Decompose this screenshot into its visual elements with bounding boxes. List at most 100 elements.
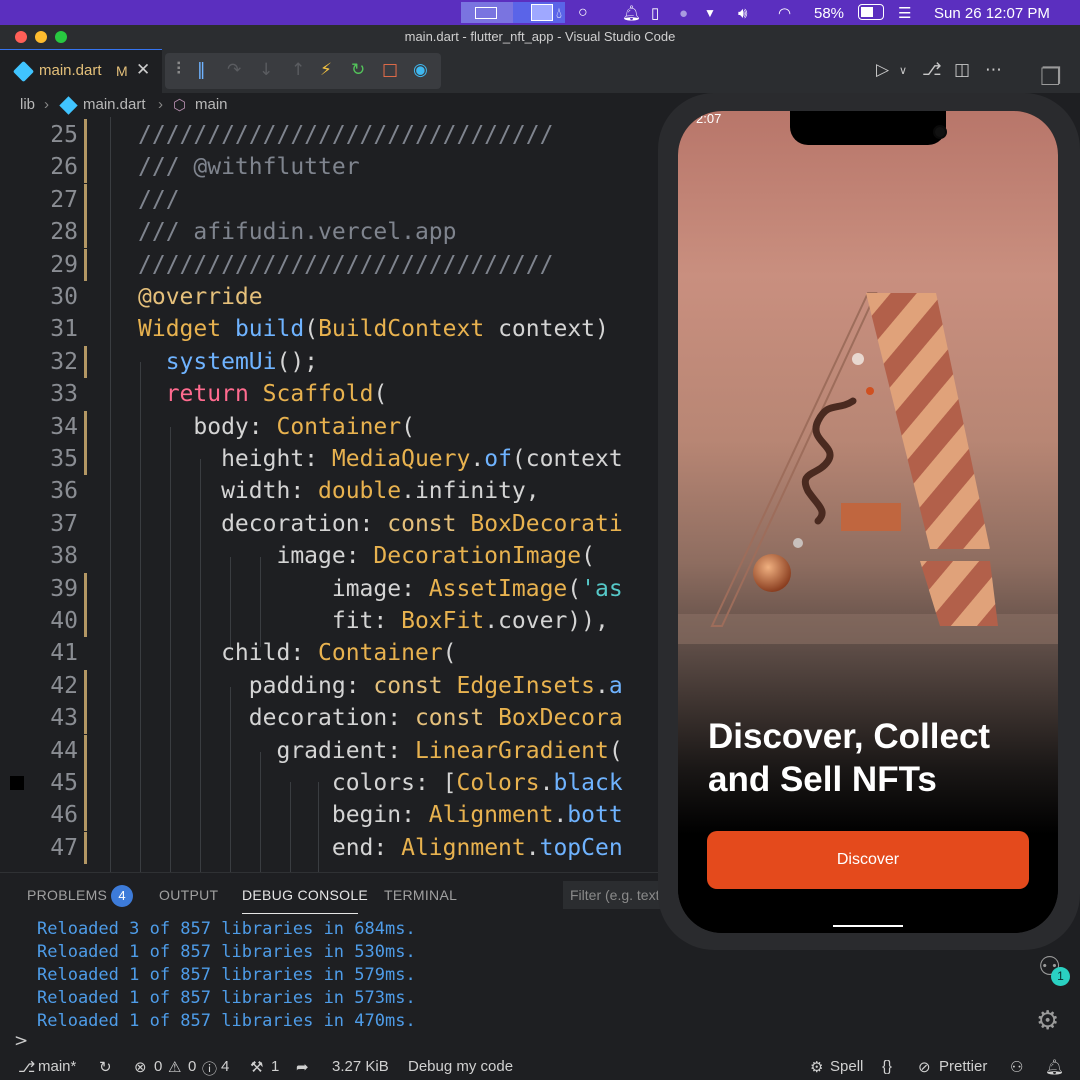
breadcrumb-folder[interactable]: lib	[20, 96, 35, 113]
line-number[interactable]: 37	[0, 508, 78, 540]
code-line[interactable]: 43 decoration: const BoxDecora	[0, 702, 660, 735]
code-line[interactable]: 39 image: AssetImage('as	[0, 572, 660, 605]
devtools-icon[interactable]: ◉	[413, 60, 428, 80]
code-line[interactable]: 46 begin: Alignment.bott	[0, 799, 660, 832]
git-change-marker[interactable]	[84, 410, 87, 443]
battery-icon[interactable]	[858, 4, 884, 20]
code-line[interactable]: 30 @override	[0, 281, 660, 313]
line-number[interactable]: 42	[0, 670, 78, 702]
branch-name[interactable]: main*	[38, 1058, 76, 1075]
restart-icon[interactable]: ↻	[351, 60, 365, 80]
run-icon[interactable]: ▷	[876, 60, 889, 80]
git-change-marker[interactable]	[84, 216, 87, 249]
step-out-icon[interactable]: ↑	[291, 60, 305, 80]
git-change-marker[interactable]	[84, 605, 87, 637]
bell-icon[interactable]: 🔔︎	[1045, 1058, 1064, 1076]
line-number[interactable]: 31	[0, 313, 78, 345]
code-text[interactable]: return Scaffold(	[138, 378, 388, 410]
code-text[interactable]: gradient: LinearGradient(	[138, 735, 622, 767]
code-text[interactable]: Widget build(BuildContext context)	[138, 313, 609, 345]
code-text[interactable]: colors: [Colors.black	[138, 767, 623, 799]
code-line[interactable]: 26 /// @withflutter	[0, 151, 660, 184]
gear-icon[interactable]: ⚙	[1036, 1006, 1059, 1036]
breadcrumb-symbol[interactable]: main	[195, 96, 228, 113]
git-change-marker[interactable]	[84, 799, 87, 832]
line-number[interactable]: 47	[0, 832, 78, 864]
code-line[interactable]: 25 //////////////////////////////	[0, 119, 660, 151]
code-text[interactable]: child: Container(	[138, 637, 456, 669]
code-editor[interactable]: 25 ////////////////////////////// 26 /// @w…	[0, 117, 660, 872]
tab-main-dart[interactable]: main.dart M ✕	[0, 49, 162, 93]
line-number[interactable]: 38	[0, 540, 78, 572]
git-change-marker[interactable]	[84, 151, 87, 184]
code-text[interactable]: height: MediaQuery.of(context	[138, 443, 623, 475]
code-line[interactable]: 36 width: double.infinity,	[0, 475, 660, 507]
code-text[interactable]: decoration: const BoxDecora	[138, 702, 623, 734]
code-line[interactable]: 45 colors: [Colors.black	[0, 767, 660, 799]
phone-screen[interactable]: 2:07 Discover, Collect and Sell NFTs Dis…	[678, 111, 1058, 933]
close-window-button[interactable]	[15, 31, 27, 43]
code-text[interactable]: systemUi();	[138, 346, 318, 378]
line-number[interactable]: 34	[0, 411, 78, 443]
code-line[interactable]: 32 systemUi();	[0, 345, 660, 378]
code-line[interactable]: 44 gradient: LinearGradient(	[0, 734, 660, 767]
layout-icon[interactable]: ⚇	[1010, 1058, 1023, 1076]
code-line[interactable]: 35 height: MediaQuery.of(context	[0, 443, 660, 475]
git-change-marker[interactable]	[84, 119, 87, 151]
line-number[interactable]: 33	[0, 378, 78, 410]
git-change-marker[interactable]	[84, 767, 87, 799]
stop-icon[interactable]: □	[382, 60, 398, 80]
code-text[interactable]: /// @withflutter	[138, 151, 360, 183]
control-center-icon[interactable]: ☰	[898, 3, 911, 23]
more-actions-icon[interactable]: ⋯	[985, 60, 1002, 80]
hot-reload-icon[interactable]: ⚡	[320, 60, 332, 80]
braces-icon[interactable]: {}	[882, 1058, 892, 1075]
code-text[interactable]: image: DecorationImage(	[138, 540, 595, 572]
git-change-marker[interactable]	[84, 831, 87, 864]
code-line[interactable]: 27 ///	[0, 183, 660, 216]
code-text[interactable]: end: Alignment.topCen	[138, 832, 623, 864]
code-line[interactable]: 28 /// afifudin.vercel.app	[0, 216, 660, 249]
tab-terminal[interactable]: TERMINAL	[384, 887, 457, 903]
console-prompt[interactable]: >	[14, 1031, 28, 1051]
pause-icon[interactable]: ‖	[197, 60, 206, 80]
line-number[interactable]: 32	[0, 346, 78, 378]
code-text[interactable]: decoration: const BoxDecorati	[138, 508, 623, 540]
code-text[interactable]: //////////////////////////////	[138, 119, 553, 151]
breadcrumb-file[interactable]: main.dart	[83, 96, 146, 113]
step-into-icon[interactable]: ↓	[259, 60, 273, 80]
step-over-icon[interactable]: ↷	[227, 60, 241, 80]
tab-problems[interactable]: PROBLEMS	[27, 887, 107, 903]
line-number[interactable]: 44	[0, 735, 78, 767]
code-line[interactable]: 29 //////////////////////////////	[0, 248, 660, 281]
notification-bell-icon[interactable]: 🔔︎	[622, 3, 641, 23]
code-line[interactable]: 41 child: Container(	[0, 637, 660, 669]
code-text[interactable]: image: AssetImage('as	[138, 573, 623, 605]
run-dropdown-icon[interactable]: ∨	[899, 64, 907, 77]
line-number[interactable]: 30	[0, 281, 78, 313]
error-count[interactable]: 0	[154, 1058, 162, 1075]
space-indicator[interactable]	[461, 2, 513, 23]
minimize-window-button[interactable]	[35, 31, 47, 43]
line-number[interactable]: 36	[0, 475, 78, 507]
spell-status[interactable]: Spell	[830, 1058, 863, 1075]
split-editor-icon[interactable]: ◫	[954, 60, 970, 80]
droplet-icon[interactable]: 💧︎	[556, 3, 562, 23]
git-change-marker[interactable]	[84, 345, 87, 378]
tab-debug-console[interactable]: DEBUG CONSOLE	[242, 887, 368, 903]
code-text[interactable]: fit: BoxFit.cover)),	[138, 605, 609, 637]
git-change-marker[interactable]	[84, 734, 87, 767]
prettier-status[interactable]: Prettier	[939, 1058, 987, 1075]
line-number[interactable]: 35	[0, 443, 78, 475]
contrast-icon[interactable]: ○	[578, 3, 588, 23]
code-text[interactable]: @override	[138, 281, 263, 313]
ports-count[interactable]: 1	[271, 1058, 279, 1075]
volume-icon[interactable]: 🔊︎	[738, 3, 747, 23]
git-change-marker[interactable]	[84, 572, 87, 605]
line-number[interactable]: 29	[0, 249, 78, 281]
git-change-marker[interactable]	[84, 183, 87, 216]
live-share-icon[interactable]: ➦	[296, 1058, 309, 1076]
code-text[interactable]: padding: const EdgeInsets.a	[138, 670, 623, 702]
line-number[interactable]: 26	[0, 151, 78, 183]
line-number[interactable]: 41	[0, 637, 78, 669]
